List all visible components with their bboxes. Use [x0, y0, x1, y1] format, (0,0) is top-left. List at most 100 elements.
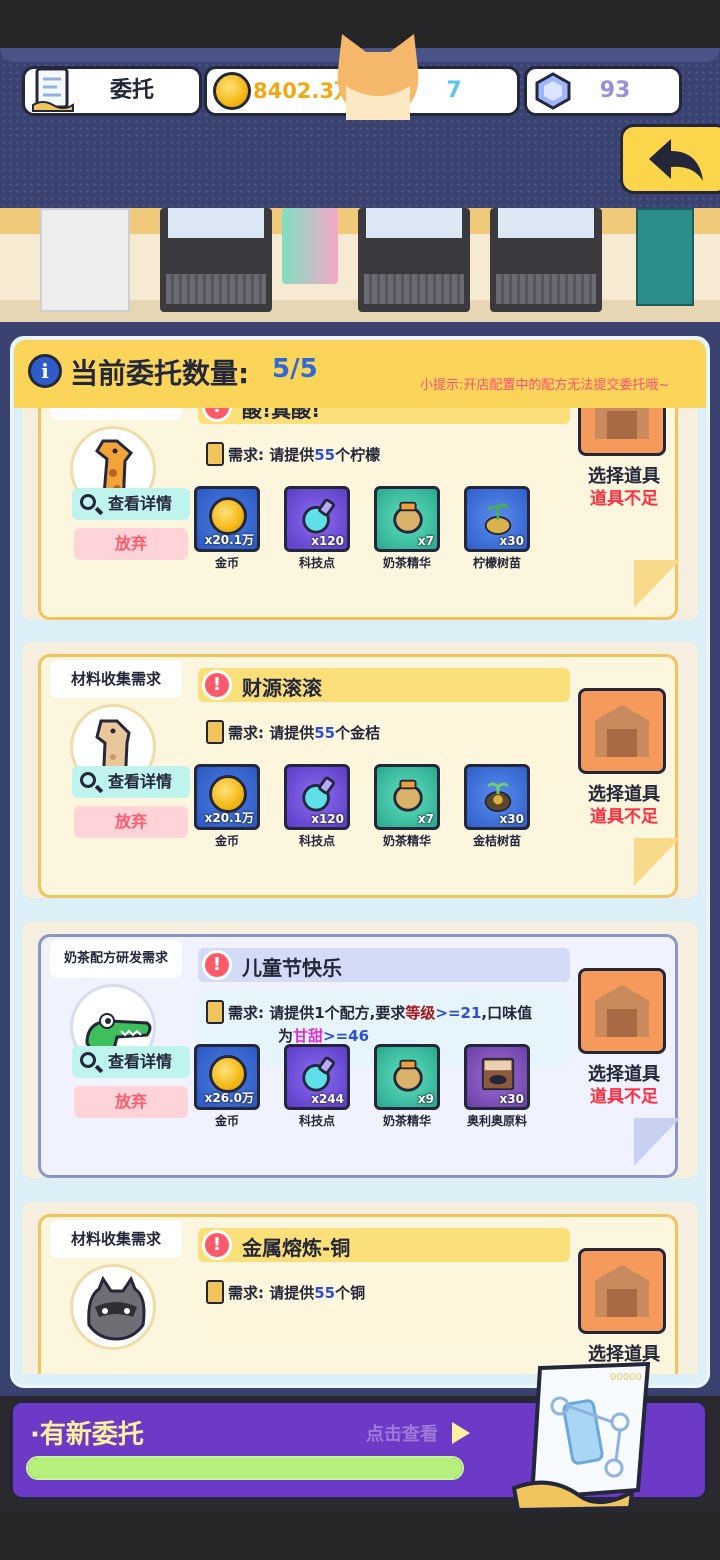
alert-icon: ! [202, 950, 232, 980]
card-title: 财源滚滚 [242, 676, 322, 700]
requirement-text: 需求: 请提供1个配方,要求等级>=21,口味值 为甘甜>=46 [228, 1004, 533, 1045]
alert-icon: ! [202, 670, 232, 700]
oreo-icon [481, 1057, 515, 1091]
clipboard-icon [206, 442, 224, 466]
sapling-icon [484, 503, 512, 535]
info-icon[interactable]: i [28, 354, 62, 388]
requirement-text: 需求: 请提供55个柠檬 [228, 446, 381, 464]
clipboard-icon [206, 1000, 224, 1024]
board-title: 当前委托数量: [70, 357, 250, 390]
screen-title-chip: 委托 [22, 66, 202, 116]
reward-name: 科技点 [298, 556, 335, 570]
warehouse-icon [595, 1265, 649, 1317]
reward-item[interactable]: x120 [284, 486, 350, 552]
reward-item[interactable]: x30 [464, 764, 530, 830]
paper-code: 00000 [610, 1372, 642, 1383]
screen-title: 委托 [109, 78, 154, 103]
new-commission-label: ·有新委托 [30, 1420, 144, 1450]
view-details-button[interactable]: 查看详情 [72, 488, 190, 520]
clipboard-icon [206, 720, 224, 744]
cat-shopkeeper [337, 34, 419, 120]
reward-item[interactable]: x9 [374, 1044, 440, 1110]
search-icon [80, 494, 96, 510]
reward-name: 金币 [214, 1114, 239, 1128]
card-category: 奶茶配方研发需求 [50, 940, 182, 978]
coin-icon [209, 1055, 247, 1093]
commission-card: 材料收集需求 ! 金属熔炼-铜 需求: 请提供55个铜 选择道具 [22, 1202, 698, 1374]
requirement-text: 需求: 请提供55个金桔 [228, 724, 381, 742]
cabinet [636, 208, 694, 306]
reward-name: 奶茶精华 [382, 1114, 431, 1128]
card-category: 材料收集需求 [50, 1220, 182, 1258]
sapling-icon [484, 782, 512, 813]
reward-name: 奶茶精华 [382, 834, 431, 848]
card-category: 材料收集需求 [50, 408, 182, 420]
reward-name: 科技点 [298, 1114, 335, 1128]
gem-value: 93 [599, 78, 631, 103]
back-arrow-icon [649, 139, 703, 181]
play-arrow-icon [452, 1422, 470, 1444]
reward-name: 金币 [214, 556, 239, 570]
drink-cups [282, 208, 338, 284]
flask-icon [302, 1056, 335, 1092]
card-title: 儿童节快乐 [242, 956, 342, 980]
card-title: 金属熔炼-铜 [242, 1236, 351, 1260]
computer-desk [160, 208, 272, 312]
coin-icon [209, 497, 247, 535]
abandon-button[interactable]: 放弃 [74, 528, 188, 560]
progress-fill [28, 1458, 462, 1478]
alert-icon: ! [202, 1230, 232, 1260]
search-icon [80, 1052, 96, 1068]
abandon-button[interactable]: 放弃 [74, 1086, 188, 1118]
reward-name: 柠檬树苗 [472, 556, 521, 570]
warehouse-icon [595, 985, 649, 1037]
essence-icon [393, 1059, 423, 1092]
reward-item[interactable]: x20.1万 [194, 486, 260, 552]
choose-item-button[interactable] [578, 968, 666, 1054]
computer-desk [358, 208, 470, 312]
choose-item-button[interactable] [578, 688, 666, 774]
computer-desk [490, 208, 602, 312]
reward-name: 金桔树苗 [472, 834, 521, 848]
reward-item[interactable]: x30 [464, 486, 530, 552]
fridge [40, 208, 130, 312]
insufficient-label: 道具不足 [590, 1087, 658, 1107]
insufficient-label: 道具不足 [590, 489, 658, 509]
reward-name: 奶茶精华 [382, 556, 431, 570]
system-nav-bar [0, 1512, 720, 1560]
choose-item-button[interactable] [578, 408, 666, 456]
essence-icon [393, 501, 423, 534]
commission-list[interactable]: 材料收集需求 ! 酸!真酸! 需求: 请提供55个柠檬 查看详情 放弃 x20.… [14, 408, 706, 1374]
shop-scene [0, 208, 720, 326]
reward-name: 奥利奥原料 [466, 1114, 527, 1128]
gem-counter: 93 [524, 66, 682, 116]
essence-icon [393, 779, 423, 812]
commission-card: 奶茶配方研发需求 ! 儿童节快乐 需求: 请提供1个配方,要求等级>=21,口味… [22, 922, 698, 1178]
reward-item[interactable]: x120 [284, 764, 350, 830]
abandon-button[interactable]: 放弃 [74, 806, 188, 838]
search-icon [80, 772, 96, 788]
view-details-button[interactable]: 查看详情 [72, 1046, 190, 1078]
reward-name: 科技点 [298, 834, 335, 848]
reward-item[interactable]: x30 [464, 1044, 530, 1110]
reward-item[interactable]: x26.0万 [194, 1044, 260, 1110]
commission-card: 材料收集需求 ! 财源滚滚 需求: 请提供55个金桔 查看详情 放弃 x20.1… [22, 642, 698, 898]
view-details-button[interactable]: 查看详情 [72, 766, 190, 798]
card-category: 材料收集需求 [50, 660, 182, 698]
reward-item[interactable]: x244 [284, 1044, 350, 1110]
coin-icon [213, 72, 251, 110]
flask-icon [302, 498, 335, 534]
choose-item-button[interactable] [578, 1248, 666, 1334]
requirement-text: 需求: 请提供55个铜 [228, 1284, 366, 1302]
insufficient-label: 道具不足 [590, 807, 658, 827]
reward-item[interactable]: x7 [374, 764, 440, 830]
reward-item[interactable]: x7 [374, 486, 440, 552]
card-title: 酸!真酸! [242, 408, 321, 422]
back-button[interactable] [620, 124, 720, 194]
view-now-link[interactable]: 点击查看 [366, 1420, 438, 1446]
reward-item[interactable]: x20.1万 [194, 764, 260, 830]
commission-count: 5/5 [272, 354, 318, 384]
commission-scroll-icon[interactable]: 00000 [510, 1362, 658, 1512]
coin-icon [209, 775, 247, 813]
new-commission-progress [26, 1456, 464, 1480]
